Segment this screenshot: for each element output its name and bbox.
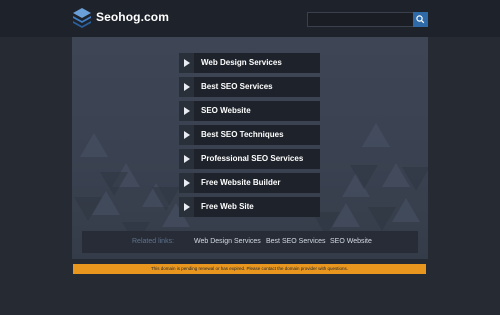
search-input[interactable] [307, 12, 417, 27]
play-arrow-icon [179, 173, 194, 193]
menu-item-professional-seo-services[interactable]: Professional SEO Services [179, 149, 320, 169]
menu-item-best-seo-services[interactable]: Best SEO Services [179, 77, 320, 97]
related-link-web-design-services[interactable]: Web Design Services [194, 238, 261, 245]
play-arrow-icon [179, 197, 194, 217]
menu-item-label: Free Website Builder [201, 178, 281, 187]
play-arrow-icon [179, 125, 194, 145]
menu-item-label: Free Web Site [201, 202, 254, 211]
search-icon [416, 15, 425, 24]
menu-item-best-seo-techniques[interactable]: Best SEO Techniques [179, 125, 320, 145]
menu-item-label: Web Design Services [201, 58, 282, 67]
related-links-label: Related links: [132, 238, 175, 245]
related-link-seo-website[interactable]: SEO Website [330, 238, 372, 245]
menu-item-free-web-site[interactable]: Free Web Site [179, 197, 320, 217]
top-bar: Seohog.com [0, 0, 500, 37]
expiry-notice-banner: This domain is pending renewal or has ex… [73, 264, 426, 274]
play-arrow-icon [179, 101, 194, 121]
search-button[interactable] [413, 12, 428, 27]
menu-item-seo-website[interactable]: SEO Website [179, 101, 320, 121]
play-arrow-icon [179, 53, 194, 73]
play-arrow-icon [179, 77, 194, 97]
expiry-notice-text: This domain is pending renewal or has ex… [150, 266, 349, 271]
related-link-best-seo-services[interactable]: Best SEO Services [266, 238, 326, 245]
stacked-layers-icon[interactable] [72, 7, 92, 29]
menu-item-label: Best SEO Techniques [201, 130, 284, 139]
menu-item-label: Professional SEO Services [201, 154, 304, 163]
main-panel: Web Design Services Best SEO Services SE… [72, 37, 428, 259]
menu-item-label: Best SEO Services [201, 82, 273, 91]
play-arrow-icon [179, 149, 194, 169]
related-links-bar: Related links: Web Design Services Best … [82, 231, 418, 253]
menu-item-web-design-services[interactable]: Web Design Services [179, 53, 320, 73]
menu-item-label: SEO Website [201, 106, 251, 115]
menu-item-free-website-builder[interactable]: Free Website Builder [179, 173, 320, 193]
site-name[interactable]: Seohog.com [96, 10, 169, 24]
